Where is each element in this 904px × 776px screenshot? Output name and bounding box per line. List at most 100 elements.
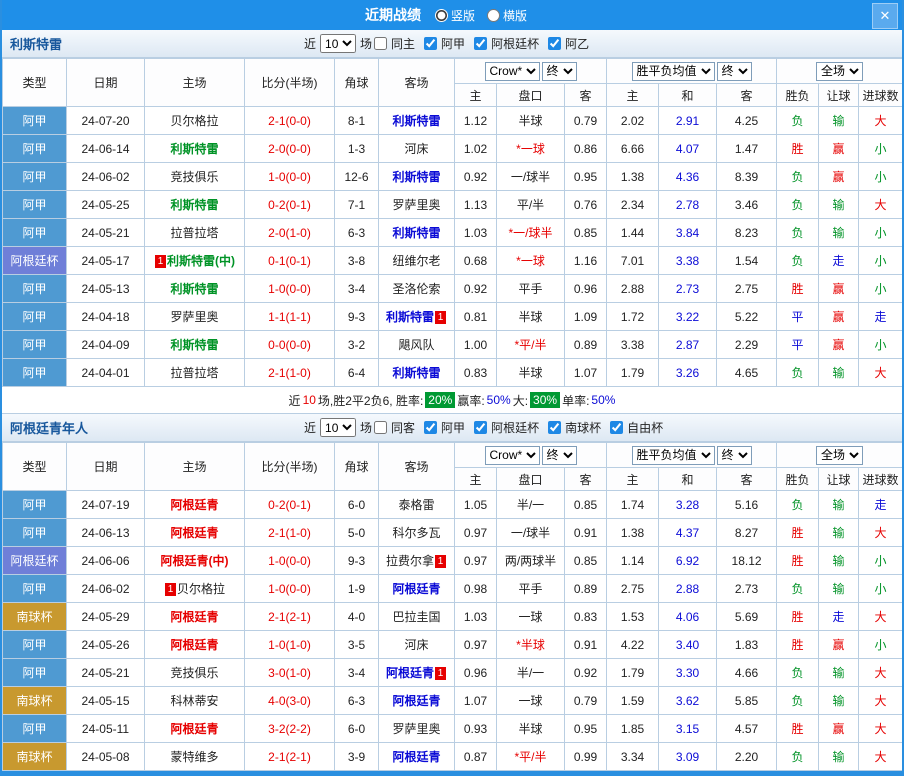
eu-away-odds: 3.46: [716, 190, 778, 219]
result-goals-cell: 大: [858, 106, 902, 135]
eu-home-odds: 7.01: [606, 246, 660, 275]
filter-checkbox[interactable]: [424, 421, 438, 434]
eu-draw-odds: 2.87: [658, 330, 718, 359]
eu-home-odds: 1.79: [606, 658, 660, 687]
vertical-layout-radio-input[interactable]: [434, 8, 448, 22]
vertical-layout-radio[interactable]: 竖版: [434, 7, 475, 24]
filter-option-阿根廷杯[interactable]: 阿根廷杯: [474, 419, 541, 436]
recent-count-select[interactable]: 10: [320, 34, 357, 53]
filter-checkbox[interactable]: [474, 37, 488, 50]
bookmaker-select[interactable]: Crow*: [484, 445, 540, 465]
ah-away-odds: 0.85: [563, 218, 608, 247]
away-team-cell: 纽维尔老: [378, 246, 455, 275]
ah-handicap-cell: *半球: [496, 630, 565, 659]
league-badge: 南球杯: [2, 686, 67, 715]
ah-handicap-cell: *一球: [496, 246, 565, 275]
close-icon[interactable]: ✕: [872, 3, 898, 29]
filter-option-自由杯[interactable]: 自由杯: [610, 419, 665, 436]
corners-cell: 12-6: [334, 162, 379, 191]
odds-average-select[interactable]: 胜平负均值: [631, 61, 715, 81]
eu-stage-select[interactable]: 终: [716, 445, 752, 465]
recent-label: 近: [304, 421, 317, 435]
corners-cell: 4-0: [334, 602, 379, 631]
ah-stage-select[interactable]: 终: [541, 61, 577, 81]
league-badge: 阿甲: [2, 490, 67, 519]
result-wdl-cell: 胜: [776, 714, 820, 743]
scope-select[interactable]: 全场: [816, 445, 864, 465]
match-row: 南球杯 24-05-29 阿根廷青 2-1(2-1) 4-0 巴拉圭国 1.03 一球 0.83…: [2, 602, 902, 631]
score-cell: 0-2(0-1): [244, 490, 335, 519]
filter-option-阿乙[interactable]: 阿乙: [548, 35, 591, 52]
league-badge: 阿甲: [2, 134, 67, 163]
scope-select[interactable]: 全场: [816, 61, 864, 81]
result-wdl-cell: 负: [776, 574, 820, 603]
team-name: 利斯特雷: [392, 226, 441, 240]
result-goals-cell: 大: [858, 518, 902, 547]
result-handicap-cell: 输: [818, 106, 860, 135]
team-name: 罗萨里奥: [170, 310, 219, 324]
date-cell: 24-05-21: [66, 218, 145, 247]
horizontal-layout-radio[interactable]: 横版: [487, 7, 527, 24]
score-cell: 3-0(1-0): [244, 658, 335, 687]
filter-checkbox[interactable]: [374, 421, 388, 434]
matches-unit-label: 场: [360, 37, 373, 51]
ah-handicap-cell: 半/一: [496, 658, 565, 687]
result-goals-cell: 小: [858, 546, 902, 575]
filter-checkbox[interactable]: [610, 421, 624, 434]
result-goals-cell: 走: [858, 302, 902, 331]
eu-draw-odds: 3.15: [658, 714, 718, 743]
match-row: 阿甲 24-04-01 拉普拉塔 2-1(1-0) 6-4 利斯特雷 0.83 半球 1.07 1…: [2, 358, 902, 387]
sub-header-ah-away: 客: [563, 83, 608, 107]
filter-option-阿甲[interactable]: 阿甲: [424, 35, 467, 52]
ah-handicap-cell: *平/半: [496, 742, 565, 771]
filter-option-同客[interactable]: 同客: [374, 419, 417, 436]
filter-checkbox[interactable]: [474, 421, 488, 434]
eu-away-odds: 8.27: [716, 518, 778, 547]
col-header-score: 比分(半场): [244, 58, 335, 107]
filter-option-阿甲[interactable]: 阿甲: [424, 419, 467, 436]
ah-away-odds: 0.92: [563, 658, 608, 687]
eu-home-odds: 1.44: [606, 218, 660, 247]
ah-away-odds: 0.85: [563, 490, 608, 519]
date-cell: 24-05-11: [66, 714, 145, 743]
match-row: 阿甲 24-05-21 拉普拉塔 2-0(1-0) 6-3 利斯特雷 1.03 *一/球半 0.…: [2, 218, 902, 247]
ah-home-odds: 0.68: [454, 246, 497, 275]
col-header-home: 主场: [144, 58, 245, 107]
filter-option-南球杯[interactable]: 南球杯: [548, 419, 603, 436]
eu-away-odds: 2.20: [716, 742, 778, 771]
bookmaker-select[interactable]: Crow*: [484, 61, 540, 81]
eu-home-odds: 1.14: [606, 546, 660, 575]
result-handicap-cell: 输: [818, 518, 860, 547]
filter-checkbox[interactable]: [374, 37, 388, 50]
team-name: 利斯特雷(中): [167, 254, 235, 268]
result-handicap-cell: 输: [818, 190, 860, 219]
eu-home-odds: 2.88: [606, 274, 660, 303]
filter-option-同主[interactable]: 同主: [374, 35, 417, 52]
filter-checkbox[interactable]: [424, 37, 438, 50]
result-goals-cell: 大: [858, 742, 902, 771]
result-wdl-cell: 胜: [776, 518, 820, 547]
home-team-cell: 科林蒂安: [144, 686, 245, 715]
result-goals-cell: 小: [858, 574, 902, 603]
eu-stage-select[interactable]: 终: [716, 61, 752, 81]
filter-checkbox[interactable]: [548, 421, 562, 434]
eu-away-odds: 5.22: [716, 302, 778, 331]
home-team-cell: 贝尔格拉: [144, 106, 245, 135]
red-card-badge: 1: [435, 311, 446, 324]
odds-average-select[interactable]: 胜平负均值: [631, 445, 715, 465]
recent-count-select[interactable]: 10: [320, 418, 357, 437]
titlebar: 近期战绩 竖版 横版 ✕: [2, 0, 902, 30]
match-row: 阿根廷杯 24-05-17 1 利斯特雷(中) 0-1(0-1) 3-8 纽维尔老 0.68 *…: [2, 246, 902, 275]
date-cell: 24-06-13: [66, 518, 145, 547]
ah-away-odds: 0.76: [563, 190, 608, 219]
col-header-corners: 角球: [334, 58, 379, 107]
filter-option-阿根廷杯[interactable]: 阿根廷杯: [474, 35, 541, 52]
ah-away-odds: 1.09: [563, 302, 608, 331]
ah-stage-select[interactable]: 终: [541, 445, 577, 465]
ah-handicap-cell: 平手: [496, 574, 565, 603]
eu-away-odds: 8.39: [716, 162, 778, 191]
team-name: 河床: [404, 142, 429, 156]
eu-away-odds: 8.23: [716, 218, 778, 247]
horizontal-layout-radio-input[interactable]: [487, 8, 500, 22]
filter-checkbox[interactable]: [548, 37, 562, 50]
